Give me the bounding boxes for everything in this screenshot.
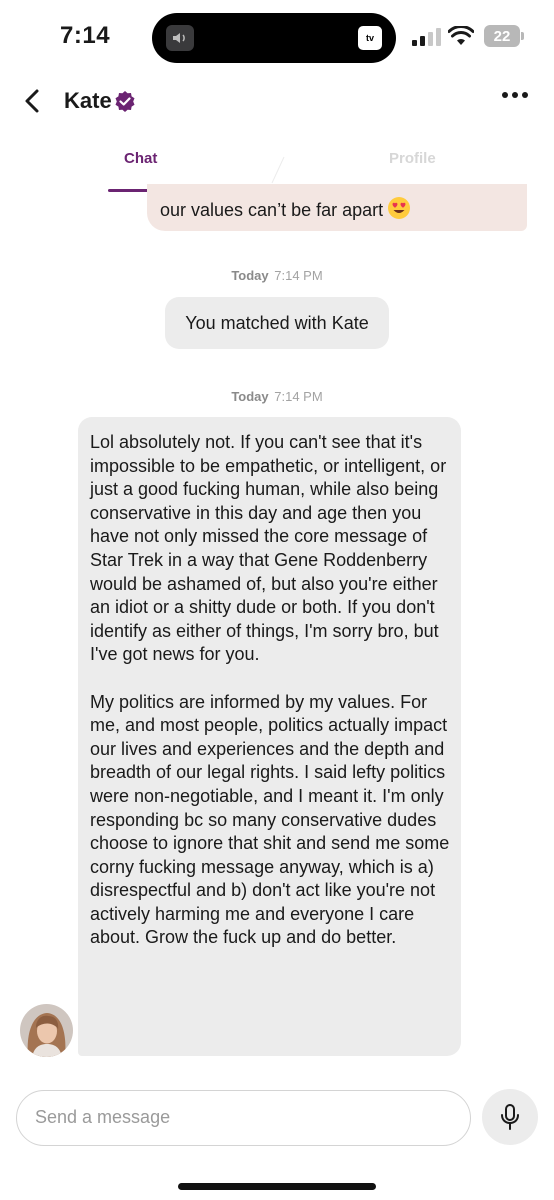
tab-profile[interactable]: Profile — [389, 150, 436, 167]
apple-tv-label: tv — [365, 33, 374, 43]
sent-message-bubble[interactable]: our values can’t be far apart — [147, 184, 527, 231]
message-timestamp: Today 7:14 PM — [231, 389, 323, 404]
tab-chat[interactable]: Chat — [124, 150, 157, 167]
received-message-bubble[interactable]: Lol absolutely not. If you can't see tha… — [78, 417, 461, 1056]
received-message-paragraph: My politics are informed by my values. F… — [90, 691, 450, 948]
apple-tv-icon: tv — [358, 26, 382, 50]
signal-icon — [412, 28, 441, 46]
back-chevron-icon[interactable] — [22, 88, 44, 114]
contact-name[interactable]: Kate — [64, 88, 112, 114]
match-notice-bubble: You matched with Kate — [165, 297, 389, 349]
wifi-icon — [448, 26, 474, 45]
status-bar: 7:14 tv 22 — [0, 0, 554, 78]
microphone-icon — [501, 1104, 519, 1130]
verified-badge-icon — [115, 91, 135, 112]
received-message-paragraph: Lol absolutely not. If you can't see tha… — [90, 432, 447, 665]
message-input[interactable] — [35, 1091, 455, 1144]
battery-level: 22 — [484, 25, 520, 47]
message-timestamp: Today 7:14 PM — [231, 268, 323, 283]
sent-message-text: our values can’t be far apart — [160, 196, 411, 222]
avatar[interactable] — [20, 1004, 73, 1057]
home-indicator[interactable] — [178, 1183, 376, 1190]
chat-header: Kate — [0, 78, 554, 126]
battery-icon: 22 — [484, 25, 524, 47]
dynamic-island: tv — [152, 13, 396, 63]
voice-message-button[interactable] — [482, 1089, 538, 1145]
heart-eyes-emoji-icon — [388, 197, 411, 219]
message-composer — [16, 1090, 471, 1146]
status-time: 7:14 — [60, 22, 111, 49]
more-options-icon[interactable] — [502, 92, 528, 100]
speaker-icon — [166, 25, 194, 51]
tab-divider — [271, 156, 285, 184]
